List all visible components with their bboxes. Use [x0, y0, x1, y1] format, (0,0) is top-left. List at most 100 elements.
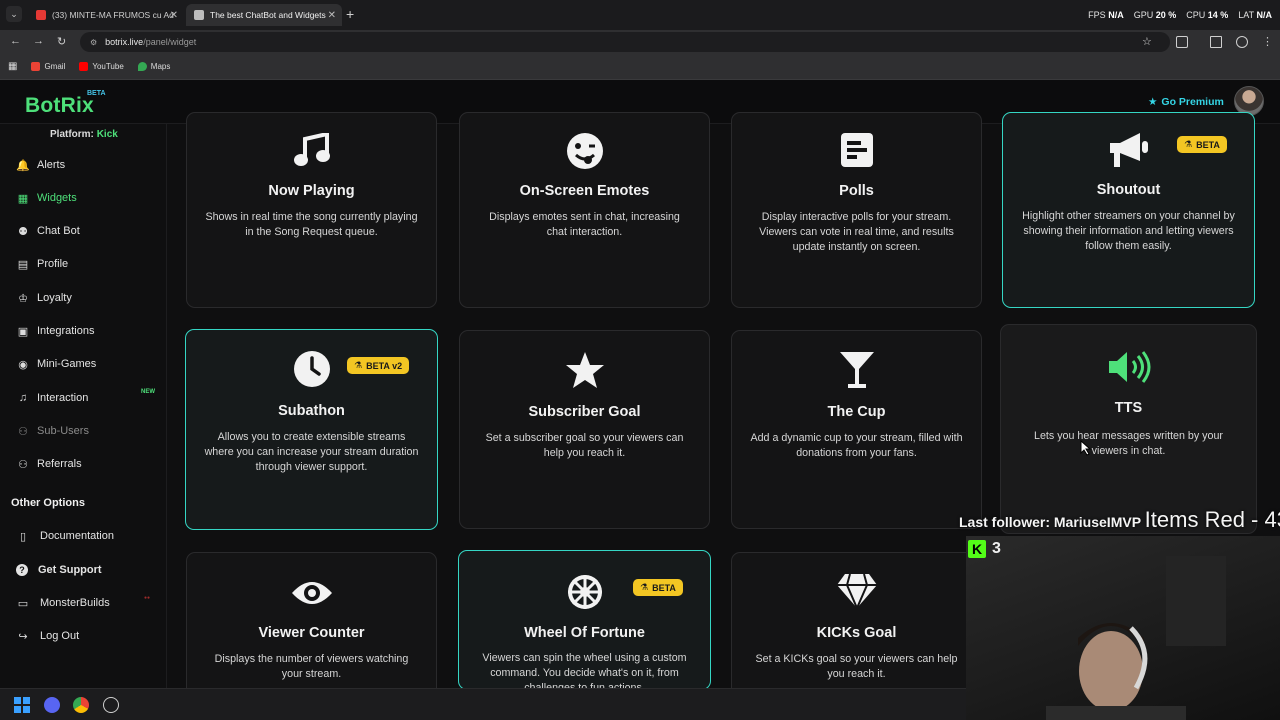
- botrix-logo[interactable]: BotRix: [25, 94, 94, 118]
- sidebar-item-interaction[interactable]: ♫ Interaction: [16, 390, 89, 406]
- discord-icon[interactable]: [44, 697, 60, 713]
- sidebar-item-alerts[interactable]: 🔔 Alerts: [16, 157, 65, 173]
- sidebar-item-documentation[interactable]: ▯ Documentation: [16, 528, 114, 544]
- widget-card-now-playing[interactable]: Now Playing Shows in real time the song …: [186, 112, 437, 308]
- widget-description: Lets you hear messages written by your v…: [1034, 430, 1223, 458]
- widget-card-viewer-counter[interactable]: Viewer Counter Displays the number of vi…: [186, 552, 437, 702]
- kick-viewer-count: K 3: [968, 540, 1001, 558]
- widget-description: Set a KICKs goal so your viewers can hel…: [755, 653, 958, 681]
- sidebar-item-chat-bot[interactable]: ⚉ Chat Bot: [16, 223, 80, 239]
- widget-card-wheel-of-fortune[interactable]: ⚗ BETA Wheel Of Fortune Viewers can spin …: [458, 550, 711, 690]
- new-badge: NEW: [141, 389, 155, 395]
- url-domain: botrix.live: [105, 37, 144, 47]
- widget-description: Viewers can spin the wheel using a custo…: [482, 652, 687, 690]
- sidebar-item-label: Integrations: [37, 325, 95, 337]
- kick-logo-icon: K: [968, 540, 986, 558]
- widget-title: Viewer Counter: [258, 625, 365, 641]
- music-icon: ♫: [18, 392, 28, 404]
- apps-grid-icon[interactable]: ▦: [8, 61, 17, 72]
- book-icon: ▯: [19, 530, 27, 543]
- tab-youtube[interactable]: (33) MINTE-MA FRUMOS cu Ad ✕: [28, 4, 184, 26]
- widget-card-shoutout[interactable]: ⚗ BETA Shoutout Highlight other streamers…: [1002, 112, 1255, 308]
- youtube-favicon-icon: [36, 10, 46, 20]
- gpu-value: 20 %: [1155, 10, 1177, 20]
- widget-description: Display interactive polls for your strea…: [759, 211, 954, 254]
- badge-label: BETA: [1196, 139, 1220, 150]
- widget-description: Shows in real time the song currently pl…: [205, 211, 418, 239]
- reading-list-icon[interactable]: [1210, 36, 1222, 48]
- widget-description: Displays emotes sent in chat, increasing…: [489, 211, 680, 239]
- widget-card-polls[interactable]: Polls Display interactive polls for your…: [731, 112, 982, 308]
- sidebar-item-label: Profile: [37, 258, 69, 270]
- extensions-icon[interactable]: [1176, 36, 1188, 48]
- widget-title: On-Screen Emotes: [519, 183, 650, 199]
- integration-icon: ▣: [17, 325, 29, 338]
- profile-icon[interactable]: [1236, 36, 1248, 48]
- forward-icon[interactable]: →: [33, 35, 44, 47]
- referrals-icon: ⚇: [18, 458, 28, 471]
- lat-value: N/A: [1256, 10, 1273, 20]
- widget-title: Shoutout: [1096, 182, 1161, 198]
- widget-title: Subscriber Goal: [528, 404, 641, 420]
- sidebar-item-profile[interactable]: ▤ Profile: [16, 256, 68, 272]
- platform-value: Kick: [96, 129, 118, 140]
- logo-beta-tag: BETA: [87, 90, 106, 97]
- ticker-text: Items Red - 43: [1144, 507, 1280, 532]
- platform-indicator: Platform: Kick: [50, 129, 118, 140]
- sidebar-item-label: Chat Bot: [37, 225, 80, 237]
- close-icon[interactable]: ✕: [328, 10, 336, 21]
- widget-card-the-cup[interactable]: The Cup Add a dynamic cup to your stream…: [731, 330, 982, 529]
- url-bar[interactable]: ⚙ botrix.live/panel/widget: [80, 32, 1170, 52]
- widget-card-on-screen-emotes[interactable]: On-Screen Emotes Displays emotes sent in…: [459, 112, 710, 308]
- maps-pin-icon: [137, 62, 147, 71]
- go-premium-button[interactable]: ★ Go Premium: [1148, 96, 1224, 108]
- grid-icon: ▦: [17, 192, 29, 205]
- sidebar-item-sub-users[interactable]: ⚇ Sub-Users: [16, 423, 89, 439]
- sidebar-item-referrals[interactable]: ⚇ Referrals: [16, 456, 82, 472]
- sidebar-item-mini-games[interactable]: ◉ Mini-Games: [16, 356, 96, 372]
- cpu-label: CPU: [1186, 10, 1206, 20]
- sidebar-item-label: Widgets: [37, 192, 77, 204]
- tab-search-button[interactable]: ⌄: [6, 6, 22, 22]
- widget-title: KICKs Goal: [816, 625, 897, 641]
- tab-botrix[interactable]: The best ChatBot and Widgets ✕: [186, 4, 342, 26]
- stream-overlay-text: Last follower: MariuseIMVP Items Red - 4…: [959, 507, 1280, 533]
- bookmark-star-icon[interactable]: ☆: [1142, 35, 1152, 48]
- sidebar-item-widgets[interactable]: ▦ Widgets: [16, 190, 77, 206]
- sidebar-item-label: Get Support: [38, 564, 102, 576]
- bookmarks-bar: ▦ Gmail YouTube Maps: [0, 54, 1280, 80]
- diamond-icon: [732, 573, 981, 609]
- back-icon[interactable]: ←: [10, 35, 21, 47]
- bookmark-gmail[interactable]: Gmail: [31, 62, 65, 71]
- bookmark-label: Gmail: [44, 62, 66, 71]
- windows-start-icon[interactable]: [14, 697, 30, 713]
- sidebar-item-get-support[interactable]: ? Get Support: [16, 562, 102, 578]
- new-tab-button[interactable]: +: [346, 6, 354, 22]
- eye-icon: [187, 579, 436, 607]
- bookmark-youtube[interactable]: YouTube: [79, 62, 124, 71]
- settings-gear-icon[interactable]: [103, 697, 119, 713]
- menu-dots-icon[interactable]: ⋮: [1262, 35, 1273, 48]
- botrix-favicon-icon: [194, 10, 204, 20]
- close-icon[interactable]: ✕: [170, 10, 178, 21]
- widget-card-tts[interactable]: TTS Lets you hear messages written by yo…: [1000, 324, 1257, 534]
- sidebar-item-label: Mini-Games: [37, 358, 97, 370]
- widget-card-subathon[interactable]: ⚗ BETA v2 Subathon Allows you to create e…: [185, 329, 438, 530]
- id-card-icon: ▤: [17, 258, 29, 271]
- site-info-icon[interactable]: ⚙: [90, 38, 97, 47]
- badge-label: BETA v2: [366, 360, 403, 371]
- widget-card-subscriber-goal[interactable]: Subscriber Goal Set a subscriber goal so…: [459, 330, 710, 529]
- sidebar-item-integrations[interactable]: ▣ Integrations: [16, 323, 95, 339]
- trophy-icon: ♔: [18, 292, 28, 305]
- chrome-icon[interactable]: [73, 697, 89, 713]
- reload-icon[interactable]: ↻: [57, 35, 66, 48]
- sidebar-item-monsterbuilds[interactable]: ▭ MonsterBuilds: [16, 595, 110, 611]
- tab-title: (33) MINTE-MA FRUMOS cu Ad: [52, 10, 174, 20]
- go-premium-label: Go Premium: [1161, 96, 1224, 108]
- sidebar-item-loyalty[interactable]: ♔ Loyalty: [16, 290, 72, 306]
- bookmark-maps[interactable]: Maps: [137, 62, 170, 71]
- widget-card-kicks-goal[interactable]: KICKs Goal Set a KICKs goal so your view…: [731, 552, 982, 702]
- sidebar-item-log-out[interactable]: ↪ Log Out: [16, 628, 79, 644]
- question-icon: ?: [16, 564, 28, 576]
- music-note-icon: [187, 133, 436, 169]
